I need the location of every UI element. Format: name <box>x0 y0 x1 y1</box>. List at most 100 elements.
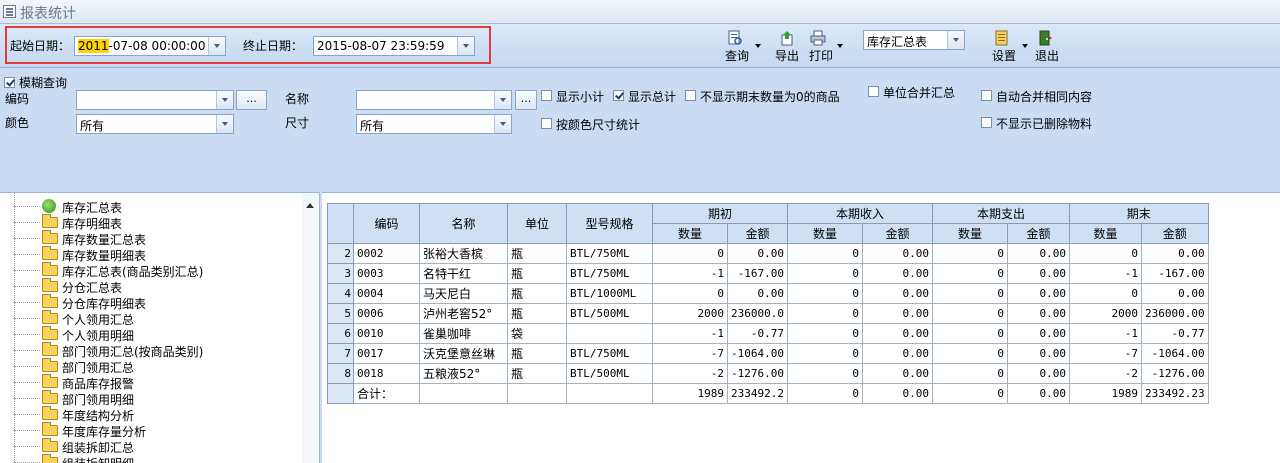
export-button[interactable]: 导出 <box>773 28 803 64</box>
cell-a4[interactable]: -1064.00 <box>1141 343 1209 364</box>
cell-unit[interactable]: 袋 <box>507 323 567 344</box>
cell-q2[interactable]: 0 <box>787 303 863 324</box>
cell-a4[interactable]: 0.00 <box>1141 243 1209 264</box>
col-header-expense-amount[interactable]: 金额 <box>1007 223 1070 244</box>
cell-spec[interactable]: BTL/750ML <box>566 343 653 364</box>
color-select[interactable]: 所有 <box>76 114 234 134</box>
col-header-closing-amount[interactable]: 金额 <box>1141 223 1209 244</box>
cell-q4[interactable]: 2000 <box>1069 303 1142 324</box>
cell-q3[interactable]: 0 <box>932 303 1008 324</box>
cell-q1[interactable]: 0 <box>652 243 728 264</box>
cell-q2[interactable]: 0 <box>787 283 863 304</box>
cell-code[interactable]: 0006 <box>353 303 420 324</box>
cell-spec[interactable]: BTL/500ML <box>566 363 653 384</box>
cell-name[interactable]: 雀巢咖啡 <box>419 323 508 344</box>
cell-unit[interactable]: 瓶 <box>507 303 567 324</box>
cell-a1[interactable]: -1064.00 <box>727 343 788 364</box>
chevron-down-icon[interactable] <box>216 91 233 109</box>
col-header-expense-qty[interactable]: 数量 <box>932 223 1008 244</box>
show-subtotal-checkbox[interactable] <box>541 90 552 101</box>
settings-dropdown-chevron-icon[interactable] <box>1022 44 1028 48</box>
cell-name[interactable]: 张裕大香槟 <box>419 243 508 264</box>
col-header-closing-qty[interactable]: 数量 <box>1069 223 1142 244</box>
cell-name[interactable]: 马天尼白 <box>419 283 508 304</box>
cell-name[interactable]: 五粮液52° <box>419 363 508 384</box>
cell-name[interactable]: 名特干红 <box>419 263 508 284</box>
cell-spec[interactable]: BTL/750ML <box>566 263 653 284</box>
cell-name[interactable]: 泸州老窖52° <box>419 303 508 324</box>
cell-q1[interactable]: 0 <box>652 283 728 304</box>
cell-spec[interactable]: BTL/1000ML <box>566 283 653 304</box>
cell-q1[interactable]: -1 <box>652 323 728 344</box>
code-browse-button[interactable]: ... <box>236 90 267 110</box>
cell-q4[interactable]: -2 <box>1069 363 1142 384</box>
cell-a2[interactable]: 0.00 <box>862 283 933 304</box>
cell-unit[interactable]: 瓶 <box>507 363 567 384</box>
cell-a3[interactable]: 0.00 <box>1007 243 1070 264</box>
cell-a2[interactable]: 0.00 <box>862 343 933 364</box>
col-header-opening-amount[interactable]: 金额 <box>727 223 788 244</box>
cell-a4[interactable]: -1276.00 <box>1141 363 1209 384</box>
cell-a2[interactable]: 0.00 <box>862 303 933 324</box>
cell-unit[interactable]: 瓶 <box>507 283 567 304</box>
cell-code[interactable]: 0010 <box>353 323 420 344</box>
col-header-opening-qty[interactable]: 数量 <box>652 223 728 244</box>
cell-a3[interactable]: 0.00 <box>1007 323 1070 344</box>
cell-code[interactable]: 0002 <box>353 243 420 264</box>
col-header-code[interactable]: 编码 <box>353 203 420 244</box>
fuzzy-query-checkbox[interactable] <box>4 77 15 88</box>
col-header-income-qty[interactable]: 数量 <box>787 223 863 244</box>
settings-button[interactable]: 设置 <box>990 28 1030 64</box>
print-dropdown-chevron-icon[interactable] <box>837 44 843 48</box>
hide-zero-end-checkbox[interactable] <box>685 90 696 101</box>
col-header-unit[interactable]: 单位 <box>507 203 567 244</box>
scroll-up-arrow-icon[interactable] <box>306 203 314 208</box>
cell-q4[interactable]: -7 <box>1069 343 1142 364</box>
table-row[interactable]: 2 0002 张裕大香槟瓶 BTL/750ML 0 0.00 0 0.00 0 0.00 0 0.00 <box>327 243 1209 264</box>
cell-a2[interactable]: 0.00 <box>862 363 933 384</box>
cell-spec[interactable] <box>566 323 653 344</box>
cell-q1[interactable]: 2000 <box>652 303 728 324</box>
show-total-checkbox[interactable] <box>613 90 624 101</box>
exit-button[interactable]: 退出 <box>1033 28 1063 64</box>
name-browse-button[interactable]: ... <box>515 90 537 110</box>
cell-q3[interactable]: 0 <box>932 283 1008 304</box>
cell-a4[interactable]: -167.00 <box>1141 263 1209 284</box>
chevron-down-icon[interactable] <box>494 91 511 109</box>
hide-deleted-checkbox[interactable] <box>981 117 992 128</box>
cell-q4[interactable]: -1 <box>1069 323 1142 344</box>
cell-a4[interactable]: -0.77 <box>1141 323 1209 344</box>
cell-unit[interactable]: 瓶 <box>507 243 567 264</box>
merge-unit-checkbox[interactable] <box>868 86 879 97</box>
col-header-income-amount[interactable]: 金额 <box>862 223 933 244</box>
cell-spec[interactable]: BTL/500ML <box>566 303 653 324</box>
cell-a1[interactable]: -1276.00 <box>727 363 788 384</box>
report-type-select[interactable]: 库存汇总表 <box>863 30 965 50</box>
chevron-down-icon[interactable] <box>947 31 964 49</box>
col-header-spec[interactable]: 型号规格 <box>566 203 653 244</box>
cell-q3[interactable]: 0 <box>932 323 1008 344</box>
cell-a3[interactable]: 0.00 <box>1007 363 1070 384</box>
cell-code[interactable]: 0004 <box>353 283 420 304</box>
table-row[interactable]: 3 0003 名特干红瓶 BTL/750ML -1 -167.00 0 0.00 0 0.00 -1… <box>327 263 1209 284</box>
cell-code[interactable]: 0018 <box>353 363 420 384</box>
query-dropdown-chevron-icon[interactable] <box>755 44 761 48</box>
table-row[interactable]: 6 0010 雀巢咖啡袋 -1 -0.77 0 0.00 0 0.00 -1 -0.77 <box>327 323 1209 344</box>
query-button[interactable]: 查询 <box>723 28 763 64</box>
auto-merge-checkbox[interactable] <box>981 90 992 101</box>
cell-a2[interactable]: 0.00 <box>862 243 933 264</box>
chevron-down-icon[interactable] <box>494 115 511 133</box>
cell-q2[interactable]: 0 <box>787 263 863 284</box>
cell-q1[interactable]: -2 <box>652 363 728 384</box>
cell-unit[interactable]: 瓶 <box>507 263 567 284</box>
cell-q2[interactable]: 0 <box>787 363 863 384</box>
cell-q4[interactable]: 0 <box>1069 243 1142 264</box>
cell-q3[interactable]: 0 <box>932 243 1008 264</box>
table-row[interactable]: 7 0017 沃克堡意丝琳瓶 BTL/750ML -7 -1064.00 0 0.00 0 0.0… <box>327 343 1209 364</box>
cell-a1[interactable]: 0.00 <box>727 243 788 264</box>
cell-name[interactable]: 沃克堡意丝琳 <box>419 343 508 364</box>
code-input[interactable] <box>76 90 234 110</box>
cell-a1[interactable]: 236000.0 <box>727 303 788 324</box>
print-button[interactable]: 打印 <box>807 28 847 64</box>
cell-a2[interactable]: 0.00 <box>862 323 933 344</box>
